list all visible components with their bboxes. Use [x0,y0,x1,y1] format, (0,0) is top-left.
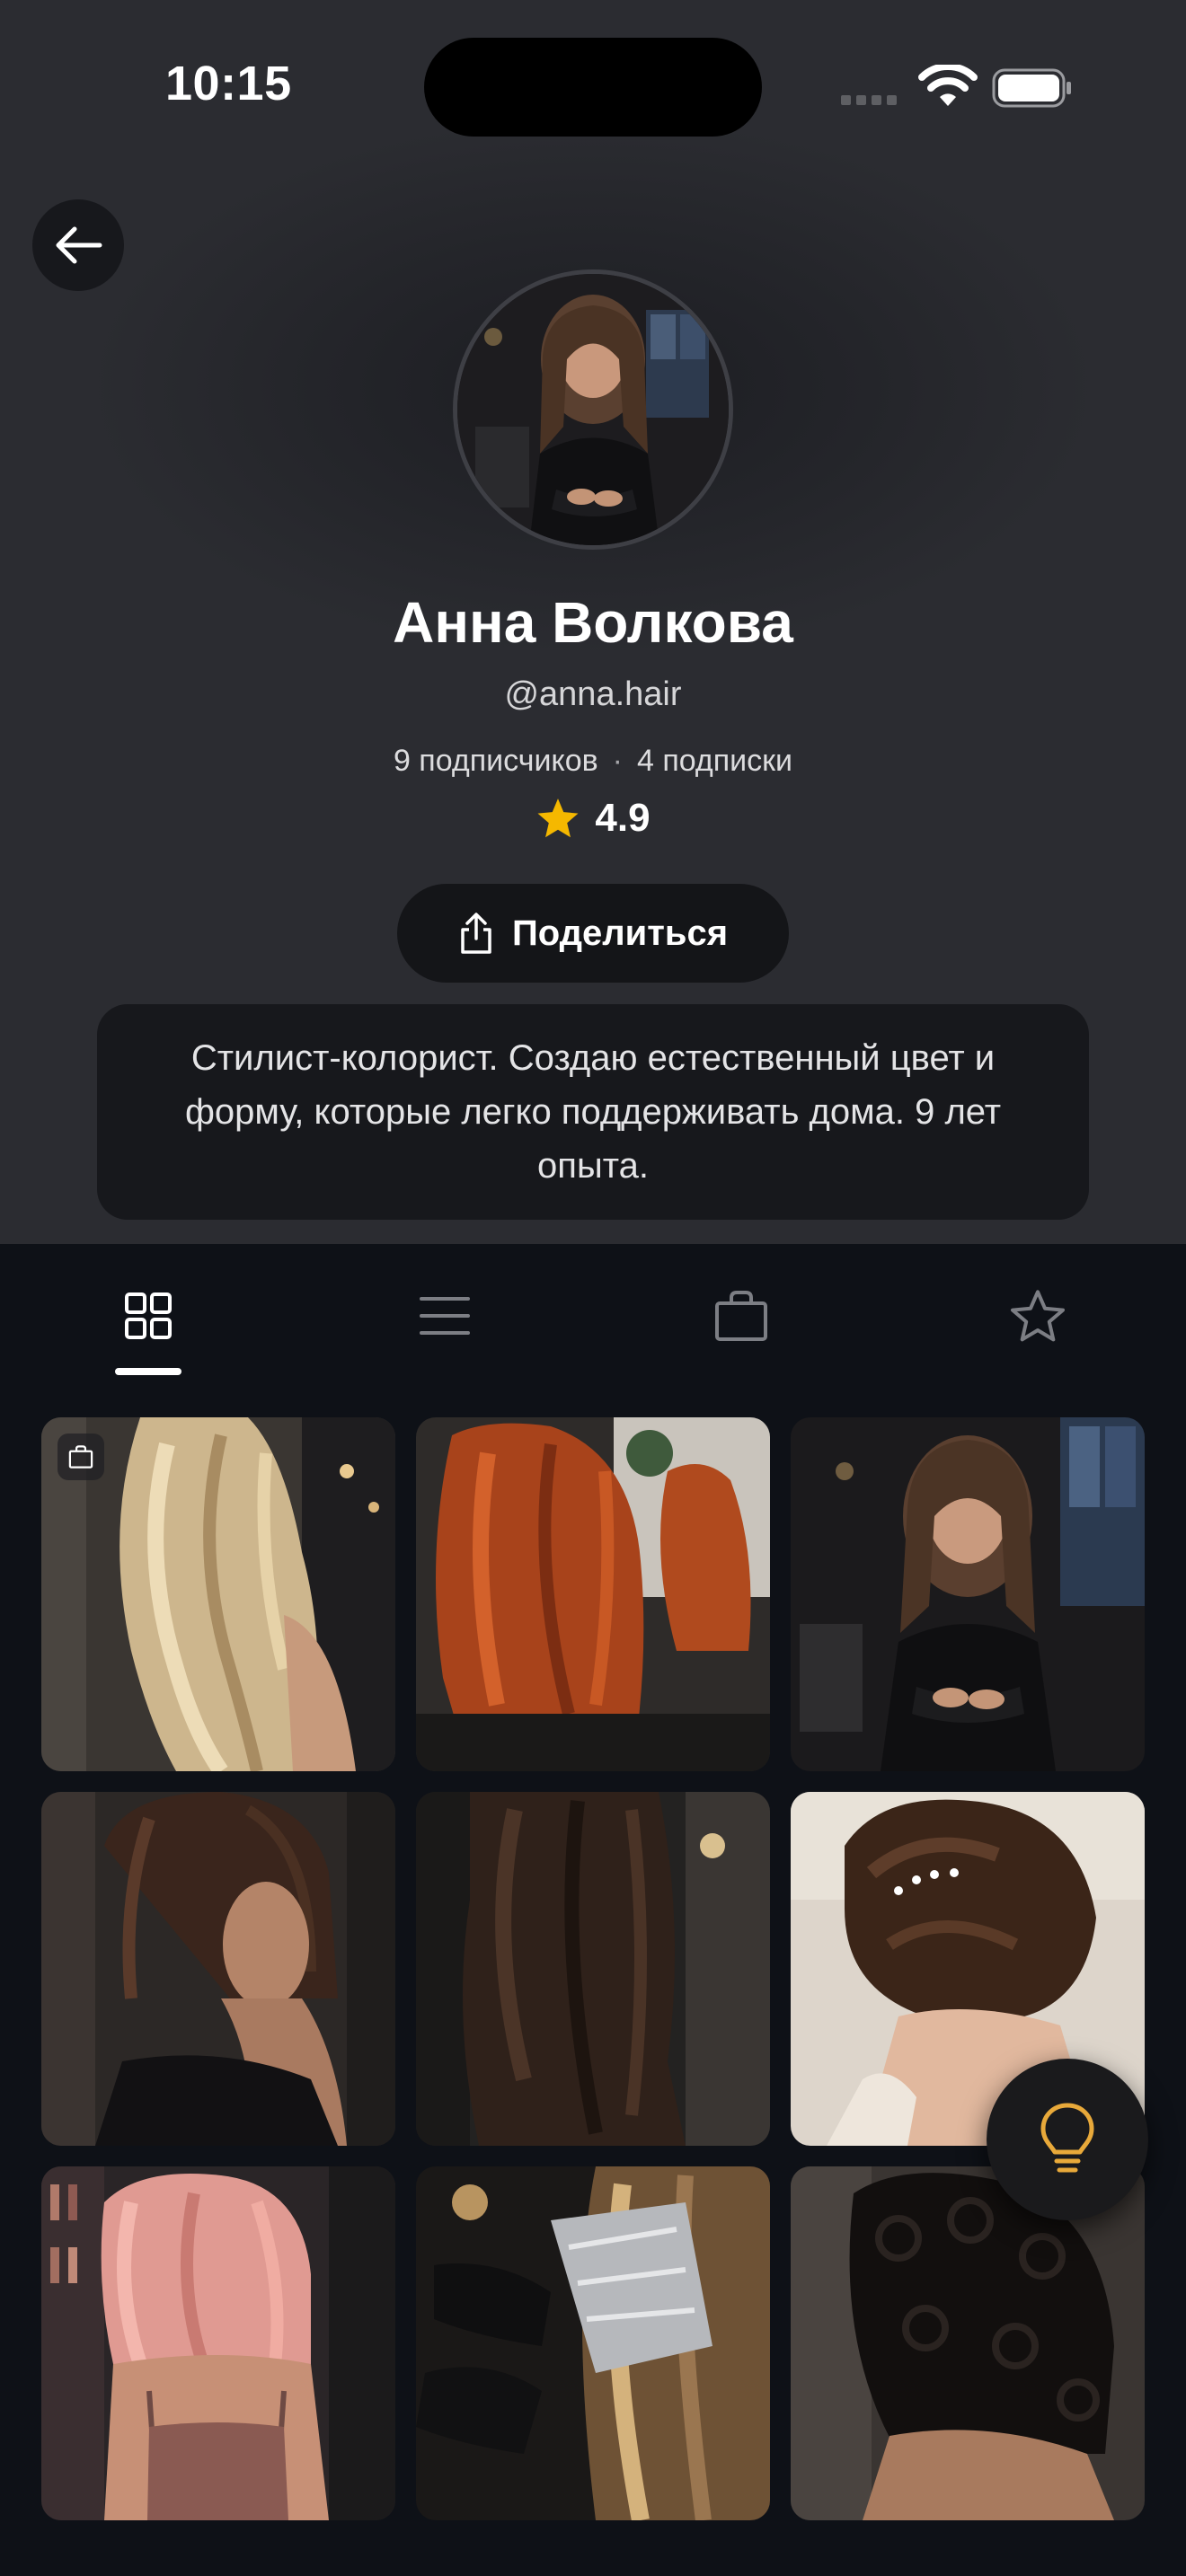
shopping-bag-icon [68,1445,93,1469]
active-tab-indicator [115,1368,181,1375]
gallery-item[interactable] [416,1417,770,1771]
profile-stats: 9 подписчиков · 4 подписки [0,744,1186,779]
star-outline-icon [1011,1290,1065,1342]
profile-name: Анна Волкова [393,590,793,655]
gallery-item[interactable] [416,1792,770,2146]
list-icon [420,1297,470,1335]
gallery-item[interactable] [41,1417,395,1771]
arrow-left-icon [56,226,102,264]
gallery-item[interactable] [41,1792,395,2146]
profile-bio: Стилист-колорист. Создаю естественный цв… [97,1004,1089,1220]
shoppable-badge [58,1434,104,1480]
lightbulb-icon [1040,2103,1094,2173]
gallery-item[interactable] [416,2166,770,2520]
following-count[interactable]: 4 подписки [637,744,792,778]
share-label: Поделиться [511,913,729,953]
profile-handle: @anna.hair [504,675,682,713]
tab-shop[interactable] [669,1271,813,1361]
wifi-icon [918,65,978,106]
gallery-item[interactable] [41,2166,395,2520]
tab-grid[interactable] [76,1271,220,1361]
dynamic-island [424,38,762,137]
star-filled-icon [537,798,579,838]
gallery-item[interactable] [791,2166,1145,2520]
battery-icon [992,68,1071,108]
followers-count[interactable]: 9 подписчиков [394,744,598,778]
tab-list[interactable] [373,1271,517,1361]
grid-icon [125,1292,172,1339]
rating: 4.9 [0,796,1186,841]
share-icon [461,913,491,954]
content-tabs [0,1244,1186,1379]
tab-favorites[interactable] [966,1271,1110,1361]
cellular-signal-icon [841,93,902,110]
rating-value: 4.9 [595,796,651,840]
status-time: 10:15 [165,57,292,110]
ideas-fab[interactable] [987,2059,1148,2220]
gallery-item[interactable] [791,1417,1145,1771]
share-button[interactable]: Поделиться [397,884,789,983]
stats-separator: · [612,744,623,778]
shopping-bag-icon [715,1291,767,1341]
avatar [453,269,733,550]
back-button[interactable] [32,199,124,291]
